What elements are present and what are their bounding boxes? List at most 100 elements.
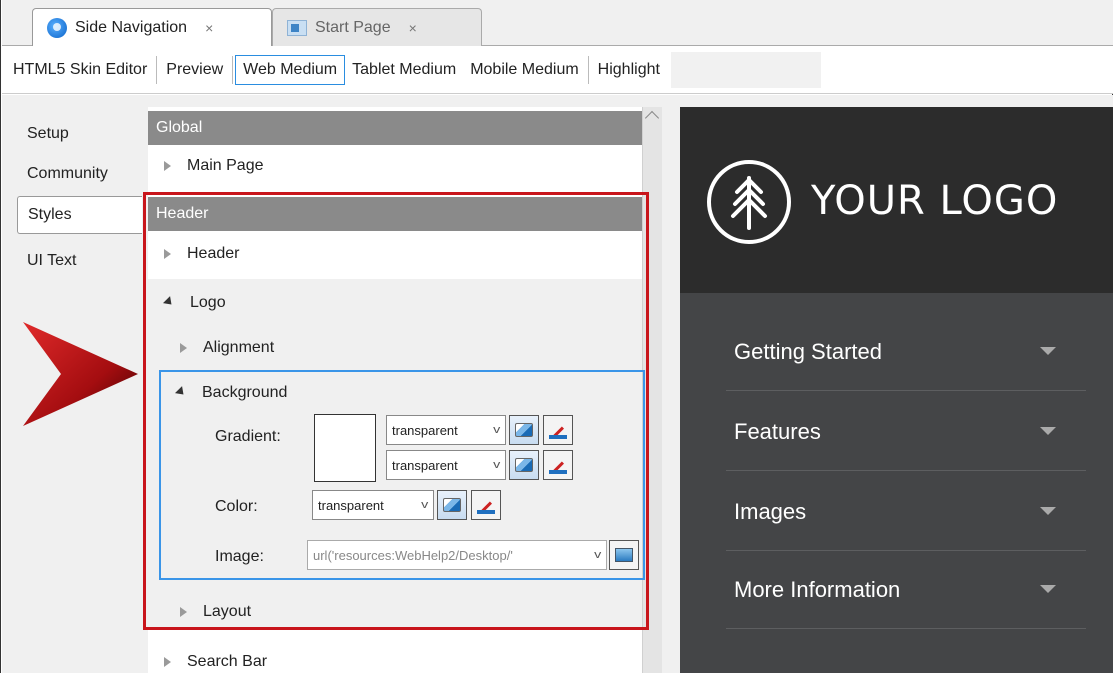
select-value: transparent xyxy=(392,422,458,438)
section-header: Header xyxy=(148,197,642,231)
section-global: Global xyxy=(148,111,642,145)
tree-item-background[interactable]: Background xyxy=(148,373,642,413)
preview-header: YOUR LOGO xyxy=(680,107,1113,293)
toolbar-divider xyxy=(156,55,158,84)
tree-logo-icon xyxy=(707,160,791,244)
collapse-icon[interactable] xyxy=(162,295,176,308)
color-picker-button[interactable] xyxy=(437,490,467,520)
nav-item-label: More Information xyxy=(734,576,901,602)
image-select[interactable]: url('resources:WebHelp2/Desktop/' v xyxy=(307,540,607,570)
tree-item-search-bar[interactable]: Search Bar xyxy=(148,642,642,673)
browse-image-button[interactable] xyxy=(609,540,639,570)
tab-label: Start Page xyxy=(315,18,391,36)
color-picker-icon xyxy=(515,423,533,437)
vertical-scrollbar[interactable] xyxy=(642,107,662,673)
image-label: Image: xyxy=(215,548,264,565)
toolbar-divider xyxy=(587,55,589,84)
color-picker-button[interactable] xyxy=(509,450,539,480)
tab-ui-text[interactable]: UI Text xyxy=(17,242,142,280)
tab-community[interactable]: Community xyxy=(17,155,142,193)
nav-item-label: Images xyxy=(734,498,807,524)
select-value: url('resources:WebHelp2/Desktop/' xyxy=(313,547,513,563)
gradient-label: Gradient: xyxy=(215,428,281,445)
scroll-up-icon[interactable] xyxy=(644,110,660,126)
tree-item-label: Search Bar xyxy=(187,653,268,670)
pointer-arrow-icon xyxy=(23,322,138,426)
app-icon xyxy=(47,17,67,38)
highlight-field[interactable] xyxy=(670,51,821,88)
preview-button[interactable]: Preview xyxy=(159,55,230,85)
tree-item-label: Layout xyxy=(203,603,252,620)
tree-item-layout[interactable]: Layout xyxy=(148,592,642,632)
tree-item-label: Alignment xyxy=(203,339,275,356)
tree-item-header[interactable]: Header xyxy=(148,234,642,274)
toolbar-divider xyxy=(232,55,234,84)
nav-item-getting-started[interactable]: Getting Started xyxy=(726,313,1086,391)
chevron-down-icon: v xyxy=(492,424,500,436)
eyedropper-button[interactable] xyxy=(543,415,573,445)
eyedropper-icon xyxy=(549,421,567,439)
caret-down-icon xyxy=(1040,507,1056,515)
tree-item-logo[interactable]: Logo xyxy=(148,283,642,323)
select-value: transparent xyxy=(392,457,458,473)
tree-item-label: Header xyxy=(187,245,240,262)
style-tree: Global Main Page Header Header Logo Alig… xyxy=(148,107,642,673)
close-icon[interactable]: × xyxy=(205,20,213,36)
caret-down-icon xyxy=(1040,427,1056,435)
skin-editor-button[interactable]: HTML5 Skin Editor xyxy=(6,55,154,85)
section-label: Global xyxy=(156,119,203,136)
tab-styles[interactable]: Styles xyxy=(17,196,142,234)
caret-down-icon xyxy=(1040,347,1056,355)
nav-item-more-information[interactable]: More Information xyxy=(726,551,1086,629)
preview-side-nav: Getting Started Features Images More Inf… xyxy=(680,293,1113,673)
mobile-medium-button[interactable]: Mobile Medium xyxy=(463,55,585,85)
logo-text: YOUR LOGO xyxy=(811,178,1059,224)
eyedropper-button[interactable] xyxy=(471,490,501,520)
tree-item-alignment[interactable]: Alignment xyxy=(148,328,642,368)
tree-item-label: Logo xyxy=(190,294,226,311)
color-picker-icon xyxy=(515,458,533,472)
color-select[interactable]: transparent v xyxy=(312,490,434,520)
expand-icon[interactable] xyxy=(164,161,171,171)
eyedropper-button[interactable] xyxy=(543,450,573,480)
tab-side-navigation[interactable]: Side Navigation × xyxy=(32,8,272,46)
page-icon xyxy=(287,19,307,36)
chevron-down-icon: v xyxy=(593,549,601,561)
close-icon[interactable]: × xyxy=(409,20,417,36)
color-picker-icon xyxy=(443,498,461,512)
editor-toolbar: HTML5 Skin Editor Preview Web Medium Tab… xyxy=(2,46,1113,94)
tab-label: Side Navigation xyxy=(75,18,188,36)
nav-item-features[interactable]: Features xyxy=(726,393,1086,471)
caret-down-icon xyxy=(1040,585,1056,593)
gradient-start-select[interactable]: transparent v xyxy=(386,415,506,445)
color-picker-button[interactable] xyxy=(509,415,539,445)
chevron-down-icon: v xyxy=(420,499,428,511)
application-window: Side Navigation × Start Page × HTML5 Ski… xyxy=(0,0,1113,673)
tab-setup[interactable]: Setup xyxy=(17,115,142,153)
tree-item-label: Main Page xyxy=(187,157,264,174)
preview-pane: YOUR LOGO Getting Started Features Image… xyxy=(669,95,1113,673)
tree-item-label: Background xyxy=(202,384,288,401)
collapse-icon[interactable] xyxy=(174,385,188,398)
expand-icon[interactable] xyxy=(164,657,171,667)
tab-start-page[interactable]: Start Page × xyxy=(272,8,482,46)
gradient-end-select[interactable]: transparent v xyxy=(386,450,506,480)
image-icon xyxy=(615,548,633,562)
section-label: Header xyxy=(156,205,209,222)
gradient-preview-swatch xyxy=(314,414,376,482)
highlight-button[interactable]: Highlight xyxy=(591,55,667,85)
expand-icon[interactable] xyxy=(164,249,171,259)
nav-item-label: Getting Started xyxy=(734,338,882,364)
tablet-medium-button[interactable]: Tablet Medium xyxy=(345,55,463,85)
web-medium-button[interactable]: Web Medium xyxy=(235,54,346,85)
tree-item-main-page[interactable]: Main Page xyxy=(148,146,642,186)
chevron-down-icon: v xyxy=(492,459,500,471)
nav-item-images[interactable]: Images xyxy=(726,473,1086,551)
select-value: transparent xyxy=(318,497,384,513)
expand-icon[interactable] xyxy=(180,343,187,353)
eyedropper-icon xyxy=(549,456,567,474)
expand-icon[interactable] xyxy=(180,607,187,617)
color-label: Color: xyxy=(215,498,258,515)
document-tab-strip: Side Navigation × Start Page × xyxy=(2,0,1113,46)
style-tree-panel: Global Main Page Header Header Logo Alig… xyxy=(142,95,669,673)
